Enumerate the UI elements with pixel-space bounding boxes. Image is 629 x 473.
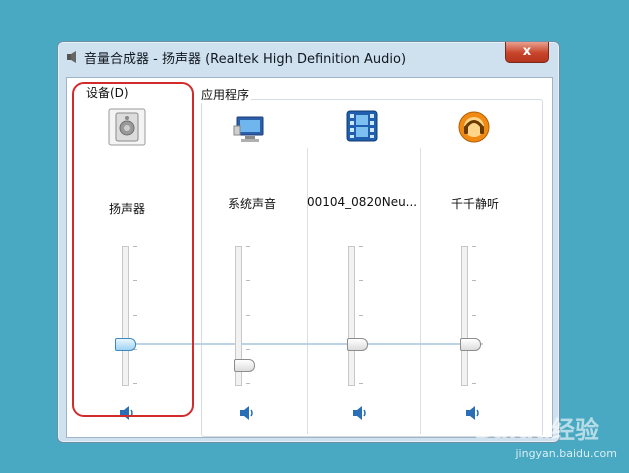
tick [359, 246, 363, 247]
tick [246, 280, 250, 281]
tick [359, 280, 363, 281]
column-divider [420, 148, 421, 434]
app-mute-button[interactable] [352, 406, 368, 420]
applications-group-label: 应用程序 [199, 86, 252, 103]
ttplayer-icon[interactable] [457, 110, 491, 144]
tick [359, 383, 363, 384]
app-volume-track[interactable] [348, 246, 355, 386]
app-mute-button[interactable] [239, 406, 255, 420]
video-player-icon[interactable] [345, 109, 379, 143]
annotation-highlight [72, 82, 194, 417]
title-bar[interactable]: 音量合成器 - 扬声器 (Realtek High Definition Aud… [58, 42, 559, 72]
tick [246, 315, 250, 316]
tick [472, 383, 476, 384]
tick [359, 315, 363, 316]
column-divider [307, 148, 308, 434]
tick [246, 246, 250, 247]
tick [472, 315, 476, 316]
watermark-logo: Baidu经验 [474, 416, 599, 444]
system-sounds-icon[interactable] [233, 111, 267, 145]
speaker-icon [67, 51, 76, 63]
close-button[interactable]: x [505, 42, 549, 63]
app-volume-track[interactable] [461, 246, 468, 386]
tick [472, 246, 476, 247]
app-name: 千千静听 [450, 197, 499, 211]
window-title: 音量合成器 - 扬声器 (Realtek High Definition Aud… [84, 52, 407, 67]
app-volume-slider[interactable] [234, 359, 255, 372]
tick [246, 349, 250, 350]
app-name: 系统声音 [227, 197, 276, 211]
tick [472, 280, 476, 281]
app-volume-slider[interactable] [460, 338, 481, 351]
tick [246, 383, 250, 384]
watermark-url: jingyan.baidu.com [515, 447, 617, 460]
app-volume-slider[interactable] [347, 338, 368, 351]
applications-group [201, 99, 543, 437]
app-name: 00104_0820Neu... [307, 195, 418, 209]
